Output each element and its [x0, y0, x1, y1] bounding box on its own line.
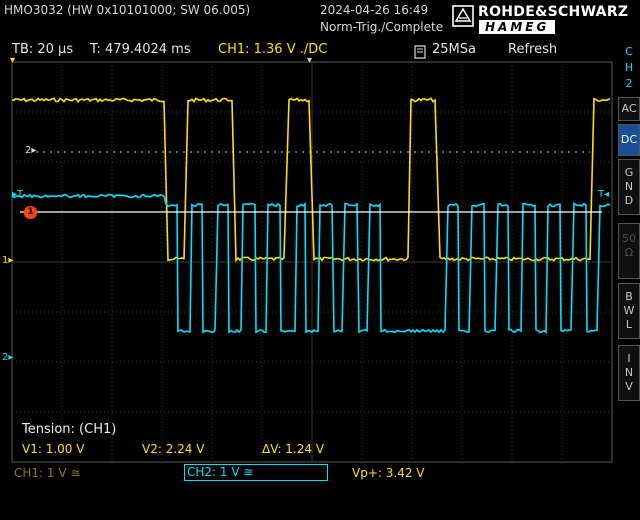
ch1-offset-marker[interactable]: 1▸	[2, 255, 13, 266]
cursor-v2-value: V2: 2.24 V	[142, 442, 205, 456]
trigger-level-marker-right[interactable]: T◂	[598, 189, 609, 200]
ch1-top-marker: ▾	[10, 55, 16, 66]
cursor-v1-tag[interactable]: 1	[24, 206, 37, 219]
trigger-level-marker-left[interactable]: ▸T	[12, 189, 23, 200]
ch1-scale[interactable]: CH1: 1 V ≅	[14, 466, 80, 480]
trigger-position-marker[interactable]: ▾	[307, 55, 312, 66]
ch2-scale[interactable]: CH2: 1 V ≅	[184, 464, 328, 481]
ch2-offset-marker[interactable]: 2▸	[2, 352, 13, 363]
ch1-waveform	[11, 97, 611, 263]
ch2-reference-marker: 2▸	[25, 145, 37, 156]
cursor-delta-value: ΔV: 1.24 V	[262, 442, 325, 456]
cursor-v1-value: V1: 1.00 V	[22, 442, 85, 456]
measurement-title: Tension: (CH1)	[22, 422, 117, 437]
ch1-vp-measurement: Vp+: 3.42 V	[352, 466, 425, 480]
